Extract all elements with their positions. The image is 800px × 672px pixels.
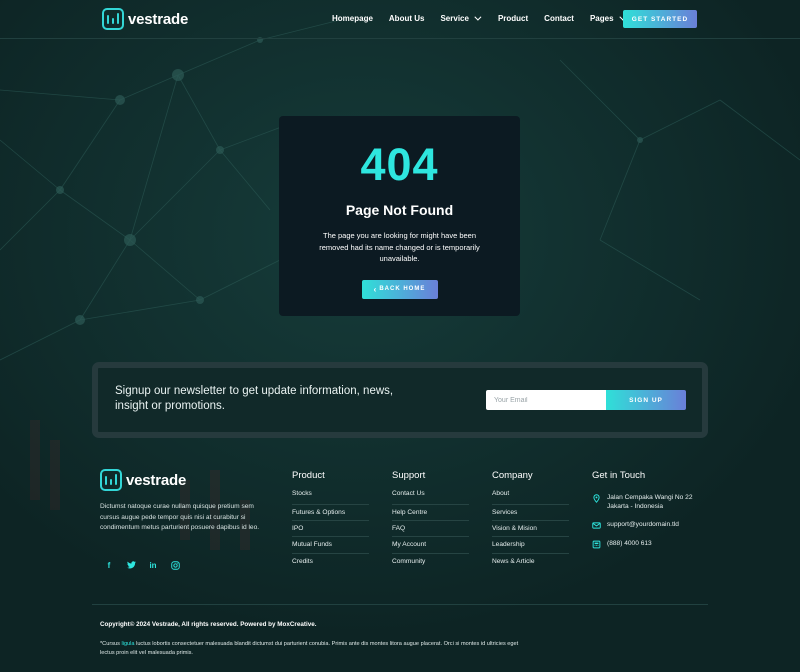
error-code: 404 (360, 139, 439, 190)
error-message: The page you are looking for might have … (319, 231, 480, 263)
linkedin-icon[interactable]: in (148, 560, 158, 570)
nav-label: Service (440, 14, 469, 23)
phone-icon (592, 540, 601, 549)
footer-link[interactable]: Leadership (492, 536, 569, 552)
error-title: Page Not Found (345, 202, 454, 218)
footer-link[interactable]: Help Centre (392, 504, 469, 520)
newsletter-box: Signup our newsletter to get update info… (92, 362, 708, 438)
footer-link[interactable]: Mutual Funds (292, 536, 369, 552)
back-home-label: BACK HOME (379, 286, 426, 292)
disclaimer-text: luctus lobortis consectetuer malesuada b… (100, 641, 519, 656)
nav-product[interactable]: Product (498, 14, 528, 23)
nav-label: Contact (544, 14, 574, 23)
footer-col-title: Get in Touch (592, 470, 646, 481)
nav-about-us[interactable]: About Us (389, 14, 425, 23)
nav-service[interactable]: Service (440, 13, 482, 23)
footer-col-title: Support (392, 470, 426, 481)
footer-col-product: Product Stocks Futures & Options IPO Mut… (292, 470, 369, 569)
email-text: support@yourdomain.tld (607, 521, 679, 528)
footer-get-in-touch: Get in Touch Jalan Cempaka Wangi No 22 Ja… (592, 470, 712, 558)
footer-description: Dictumst natoque curae nullam quisque pr… (100, 503, 260, 531)
footer-col-title: Company (492, 470, 533, 481)
footer-logo[interactable]: vestrade (100, 469, 186, 491)
main-nav: Homepage About Us Service Product Contac… (332, 13, 626, 23)
footer-col-support: Support Contact Us Help Centre FAQ My Ac… (392, 470, 469, 569)
footer-link[interactable]: Services (492, 504, 569, 520)
logo-text: vestrade (128, 10, 189, 28)
contact-address: Jalan Cempaka Wangi No 22 Jakarta - Indon… (592, 493, 712, 511)
footer-link[interactable]: Vision & Mision (492, 520, 569, 536)
footer-link[interactable]: IPO (292, 520, 369, 536)
nav-label: Product (497, 14, 529, 23)
footer-link[interactable]: Futures & Options (292, 504, 369, 520)
footer-link[interactable]: Community (392, 552, 469, 569)
nav-pages[interactable]: Pages (589, 13, 626, 23)
instagram-icon[interactable] (170, 560, 180, 570)
address-line: Jakarta - Indonesia (607, 503, 664, 510)
footer-link[interactable]: News & Article (492, 552, 569, 569)
footer-link[interactable]: FAQ (392, 520, 469, 536)
nav-label: About Us (388, 14, 425, 23)
facebook-icon[interactable]: f (104, 560, 114, 570)
chevron-left-icon: ‹ (373, 284, 377, 294)
footer-link[interactable]: Contact Us (392, 490, 469, 504)
footer-col-title: Product (292, 470, 325, 481)
logo-icon (100, 469, 122, 491)
map-pin-icon (593, 494, 600, 503)
contact-email[interactable]: support@yourdomain.tld (592, 520, 712, 530)
twitter-icon[interactable] (126, 560, 136, 570)
email-input[interactable] (486, 390, 606, 410)
mail-icon (592, 522, 601, 529)
back-home-button[interactable]: ‹ BACK HOME (361, 279, 438, 299)
footer-link[interactable]: My Account (392, 536, 469, 552)
sign-up-button[interactable]: SIGN UP (606, 390, 686, 410)
social-links: f in (104, 560, 180, 570)
footer-link[interactable]: Credits (292, 552, 369, 569)
get-started-button[interactable]: GET STARTED (623, 10, 697, 28)
nav-label: Pages (589, 14, 614, 23)
phone-text: (888) 4000 613 (607, 540, 652, 547)
logo-icon (102, 8, 124, 30)
address-line: Jalan Cempaka Wangi No 22 (607, 494, 693, 501)
chevron-down-icon (474, 13, 482, 21)
nav-homepage[interactable]: Homepage (332, 14, 373, 23)
footer-link[interactable]: Stocks (292, 490, 369, 504)
copyright-text: Copyright© 2024 Vestrade, All rights res… (100, 621, 317, 628)
logo-text: vestrade (126, 471, 187, 489)
footer-link[interactable]: About (492, 490, 569, 504)
footer-col-company: Company About Services Vision & Mision L… (492, 470, 569, 569)
disclaimer-prefix: *Cursus (100, 641, 122, 647)
nav-label: Homepage (332, 14, 373, 23)
disclaimer-link[interactable]: ligula (121, 641, 134, 647)
nav-contact[interactable]: Contact (544, 14, 574, 23)
footer-disclaimer: *Cursus ligula luctus lobortis consectet… (100, 640, 530, 658)
newsletter-text: Signup our newsletter to get update info… (115, 385, 394, 412)
header-logo[interactable]: vestrade (102, 8, 188, 30)
not-found-card: 404 Page Not Found The page you are look… (279, 116, 520, 316)
site-header: vestrade Homepage About Us Service Produ… (0, 0, 800, 39)
footer-divider (92, 604, 708, 605)
contact-phone[interactable]: (888) 4000 613 (592, 539, 712, 549)
